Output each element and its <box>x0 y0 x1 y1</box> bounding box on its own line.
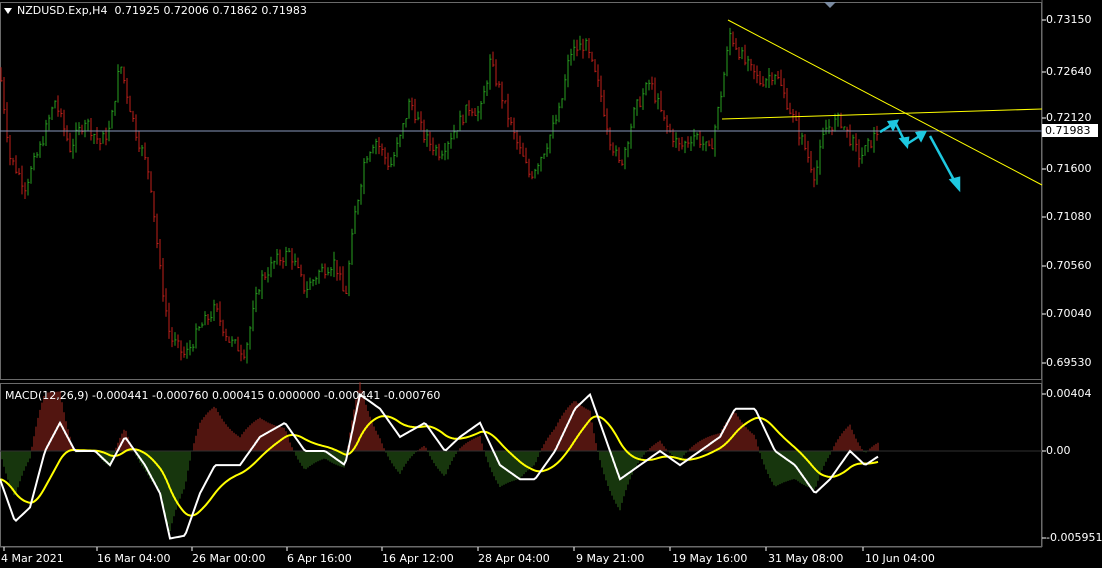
macd-axis-label: 0.00404 <box>1046 387 1092 400</box>
time-axis-label: 9 May 21:00 <box>576 552 645 565</box>
price-axis-ticks <box>1042 19 1046 539</box>
current-price-tag: 0.71983 <box>1042 124 1098 137</box>
time-axis-label: 6 Apr 16:00 <box>287 552 352 565</box>
price-axis-label: 0.70560 <box>1046 259 1092 272</box>
dropdown-arrow-icon[interactable] <box>4 8 12 14</box>
price-axis-label: 0.71600 <box>1046 162 1092 175</box>
horizontal-trendline[interactable] <box>721 108 1043 120</box>
symbol-label: NZDUSD.Exp,H4 <box>17 4 108 17</box>
time-axis-ticks <box>3 547 864 551</box>
time-axis-label: 16 Mar 04:00 <box>97 552 171 565</box>
chart-shift-marker[interactable] <box>824 2 836 8</box>
macd-label: MACD(12,26,9) -0.000441 -0.000760 0.0004… <box>5 389 441 402</box>
price-axis-label: 0.70040 <box>1046 307 1092 320</box>
price-axis-label: 0.69530 <box>1046 356 1092 369</box>
chart-canvas[interactable] <box>0 0 1102 568</box>
time-axis-label: 31 May 08:00 <box>768 552 844 565</box>
price-axis-label: 0.71080 <box>1046 210 1092 223</box>
time-axis-label: 19 May 16:00 <box>672 552 748 565</box>
macd-main-line <box>0 392 879 540</box>
descending-trendline[interactable] <box>727 19 1043 186</box>
ohlc-values: 0.71925 0.72006 0.71862 0.71983 <box>114 4 307 17</box>
candlestick-series <box>0 27 879 364</box>
time-axis-label: 4 Mar 2021 <box>1 552 64 565</box>
time-axis-label: 10 Jun 04:00 <box>865 552 935 565</box>
time-axis-label: 28 Apr 04:00 <box>478 552 550 565</box>
time-axis-label: 16 Apr 12:00 <box>382 552 454 565</box>
time-axis-label: 26 Mar 00:00 <box>192 552 266 565</box>
chart-header: NZDUSD.Exp,H4 0.71925 0.72006 0.71862 0.… <box>4 4 307 17</box>
price-pane-border <box>0 2 1042 380</box>
macd-axis-label: 0.00 <box>1046 444 1071 457</box>
price-axis-label: 0.72640 <box>1046 65 1092 78</box>
macd-axis-label: -0.005951 <box>1046 531 1102 544</box>
price-axis-label: 0.73150 <box>1046 13 1092 26</box>
macd-histogram <box>1 382 879 531</box>
price-axis-label: 0.72120 <box>1046 111 1092 124</box>
